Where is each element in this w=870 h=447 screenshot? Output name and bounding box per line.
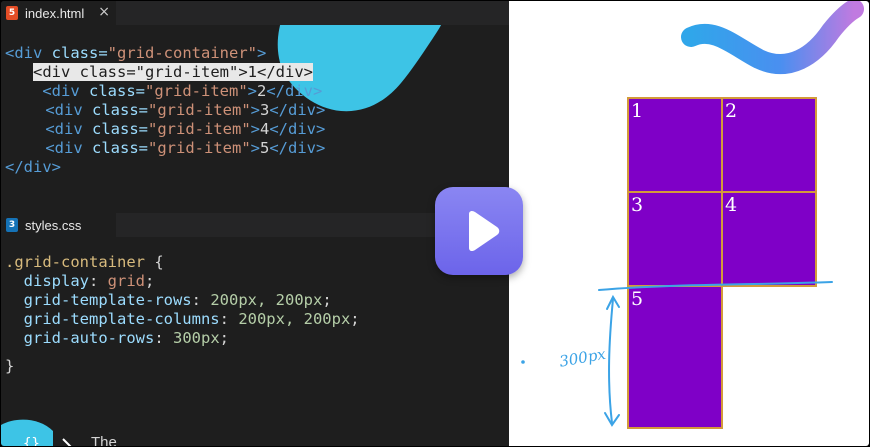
measurement-annotation: 300px [521, 281, 833, 427]
code-token: 5 [260, 139, 270, 157]
html5-icon: 5 [6, 6, 18, 20]
html-code: <div class="grid-container"> <div class=… [5, 44, 325, 206]
tabbar-css: 3 styles.css [1, 213, 509, 237]
css-code: .grid-container { display: grid; grid-te… [5, 253, 360, 397]
code-line: .grid-container { [5, 253, 164, 272]
code-token: div [14, 44, 43, 62]
code-token: > [238, 63, 248, 81]
code-token: : [219, 310, 239, 328]
code-line: <div class="grid-item">5</div> [8, 139, 325, 158]
code-token: ; [145, 272, 155, 290]
code-token: < [45, 101, 55, 119]
code-token: </div> [269, 120, 326, 138]
code-token: class= [82, 101, 148, 119]
code-token: </div> [269, 101, 326, 119]
code-line: <div class="grid-item">4</div> [8, 120, 325, 139]
code-token: { [144, 253, 164, 271]
code-token: 1 [247, 63, 258, 81]
code-token: </div> [257, 63, 314, 81]
code-token: > [250, 120, 260, 138]
code-token: "grid-item" [148, 139, 251, 157]
video-frame: 5 index.html × <div class="grid-containe… [0, 0, 870, 447]
code-token: 3 [260, 101, 270, 119]
whiteboard-preview: 1 2 3 4 5 300px [509, 1, 869, 446]
code-token: ; [322, 291, 332, 309]
code-token: < [45, 139, 55, 157]
code-token: < [33, 63, 43, 81]
code-token: ; [219, 329, 230, 347]
code-selection: <div class="grid-item">1</div> [33, 63, 314, 81]
code-token: "grid-container" [107, 44, 257, 62]
code-token: class= [79, 82, 145, 100]
code-token: div [51, 82, 80, 100]
code-token: > [250, 101, 260, 119]
code-token: "grid-item" [148, 101, 251, 119]
play-button[interactable] [435, 187, 523, 275]
code-line: <div class="grid-item">3</div> [8, 101, 325, 120]
code-line: grid-auto-rows: 300px; [5, 329, 229, 348]
caption-text: The [91, 434, 117, 446]
code-token: < [5, 44, 15, 62]
tab-styles-css[interactable]: 3 styles.css [1, 213, 116, 237]
css-property: display [23, 272, 89, 290]
code-token: : [191, 291, 211, 309]
tab-index-html[interactable]: 5 index.html × [1, 1, 116, 25]
css-value: 200px, 200px [238, 310, 351, 328]
code-token: > [256, 44, 267, 62]
code-line: grid-template-rows: 200px, 200px; [5, 291, 332, 310]
code-token: < [45, 120, 55, 138]
code-line: </div> [5, 158, 61, 176]
code-token: "grid-item" [148, 120, 251, 138]
tabbar-html: 5 index.html × [1, 1, 509, 25]
css-property: grid-template-columns [23, 310, 220, 328]
code-line: <div class="grid-item">1</div> [5, 63, 314, 82]
code-token: "grid-item" [135, 63, 239, 81]
code-line: } [5, 357, 15, 375]
code-line: <div class="grid-item">2</div> [5, 82, 322, 101]
close-icon[interactable]: × [98, 4, 110, 20]
code-line: grid-template-columns: 200px, 200px; [5, 310, 360, 329]
code-token: div [54, 101, 83, 119]
code-token: class= [82, 120, 148, 138]
css-property: grid-auto-rows [23, 329, 155, 347]
code-token: : [89, 272, 108, 290]
annotation-label: 300px [558, 345, 608, 371]
avatar-logo: {} [1, 419, 72, 446]
tab-label: index.html [25, 5, 85, 21]
code-token: ; [350, 310, 360, 328]
code-token: </div> [269, 139, 326, 157]
code-token: class= [70, 63, 136, 81]
editor-panel: 5 index.html × <div class="grid-containe… [1, 1, 509, 446]
code-line: display: grid; [5, 272, 155, 291]
code-token: div [54, 139, 83, 157]
code-token: > [247, 82, 257, 100]
code-token: 4 [260, 120, 270, 138]
code-token: : [154, 329, 173, 347]
css3-icon: 3 [6, 218, 18, 232]
play-icon [469, 210, 500, 252]
css-value: 300px [173, 329, 220, 347]
code-token: class= [42, 44, 108, 62]
tab-label: styles.css [25, 217, 82, 233]
code-token: > [250, 139, 260, 157]
svg-text:{}: {} [23, 436, 40, 446]
code-token: 2 [257, 82, 267, 100]
css-property: grid-template-rows [23, 291, 192, 309]
code-line: <div class="grid-container"> [5, 44, 266, 63]
css-selector: .grid-container [5, 253, 145, 271]
code-token: class= [82, 139, 148, 157]
code-token: div [42, 63, 71, 81]
code-token: < [42, 82, 52, 100]
code-token: "grid-item" [145, 82, 248, 100]
css-value: 200px, 200px [210, 291, 323, 309]
css-value: grid [107, 272, 145, 290]
code-token: </div> [266, 82, 323, 100]
code-token: div [54, 120, 83, 138]
